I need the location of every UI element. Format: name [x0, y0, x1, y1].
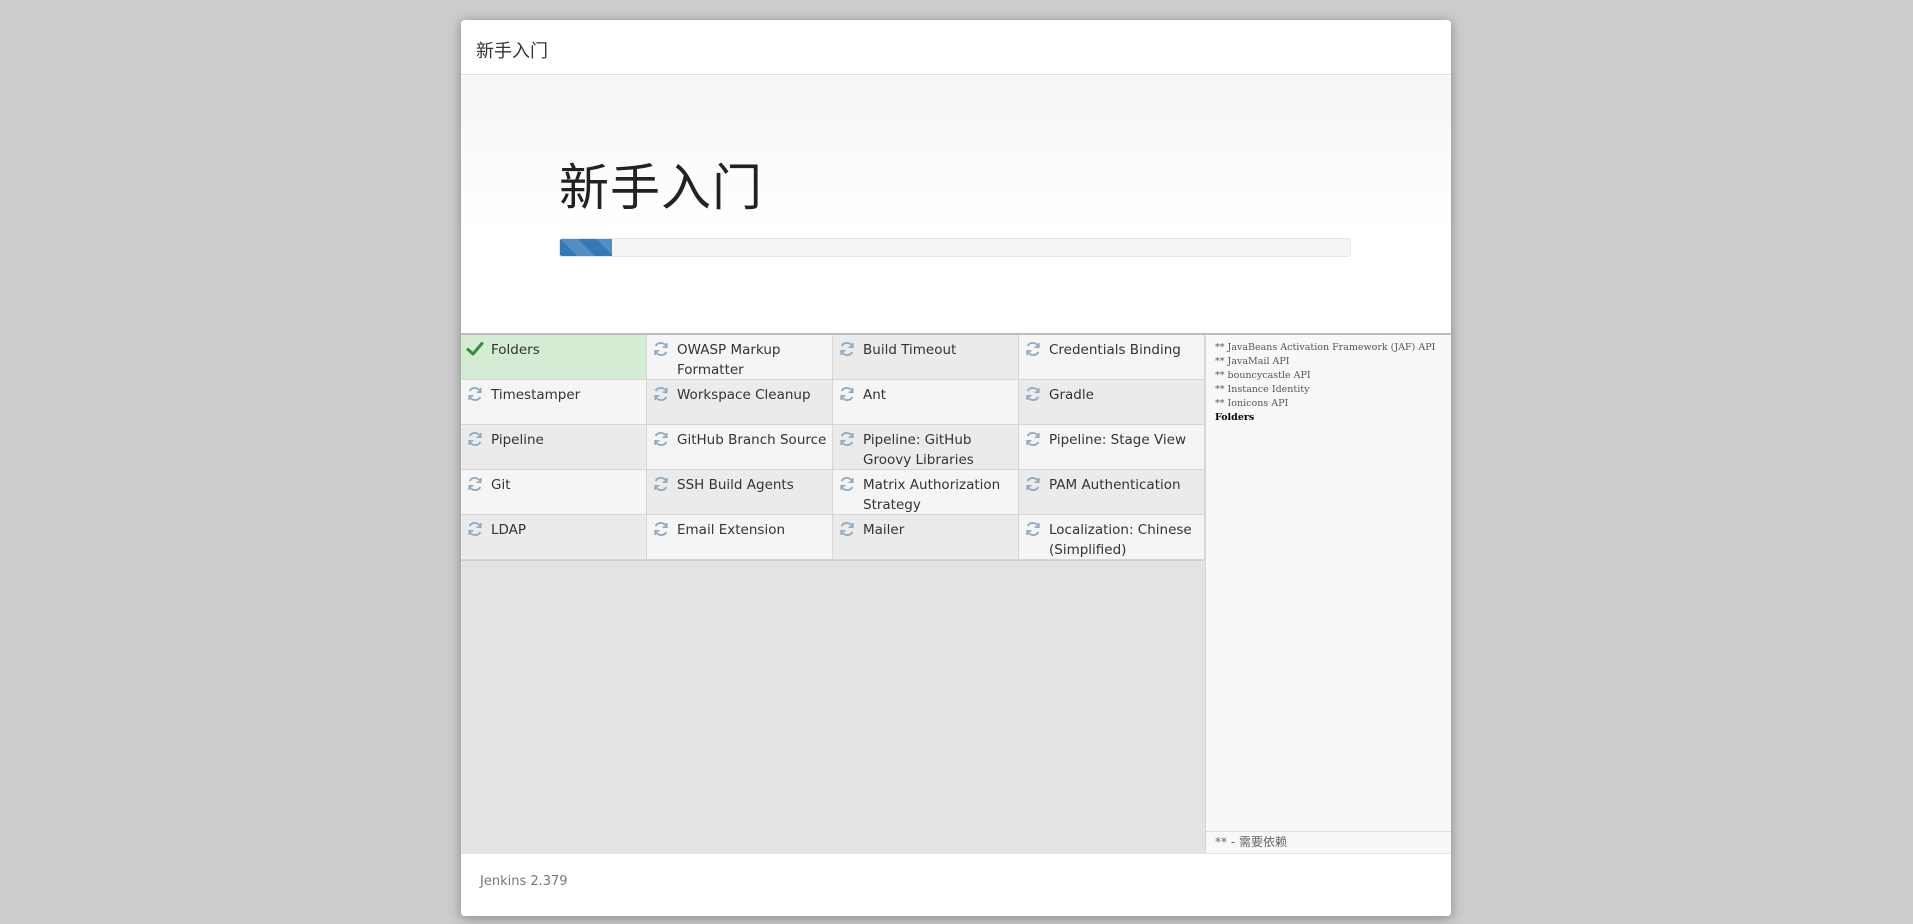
plugin-item: SSH Build Agents [647, 470, 833, 515]
plugin-grid: Folders OWASP Markup Formatter Build Timeo… [461, 335, 1205, 561]
refresh-icon [466, 385, 484, 403]
log-line: ** Instance Identity [1215, 384, 1310, 395]
refresh-icon [1024, 430, 1042, 448]
plugin-item: Gradle [1019, 380, 1205, 425]
plugin-item: Build Timeout [833, 335, 1019, 380]
check-icon [466, 340, 484, 358]
refresh-icon [652, 430, 670, 448]
log-line: Folders [1215, 412, 1255, 423]
refresh-icon [1024, 475, 1042, 493]
plugin-item: GitHub Branch Source [647, 425, 833, 470]
refresh-icon [838, 385, 856, 403]
plugin-item: Mailer [833, 515, 1019, 560]
refresh-icon [652, 520, 670, 538]
log-line: ** JavaBeans Activation Framework (JAF) … [1215, 342, 1436, 353]
refresh-icon [466, 520, 484, 538]
dialog-footer: Jenkins 2.379 [461, 853, 1451, 916]
hero-section: 新手入门 [461, 76, 1451, 334]
plugin-item: Pipeline [461, 425, 647, 470]
plugin-item: LDAP [461, 515, 647, 560]
plugin-label: Git [491, 477, 511, 493]
plugin-label: Folders [491, 342, 540, 358]
refresh-icon [838, 340, 856, 358]
plugin-item: PAM Authentication [1019, 470, 1205, 515]
plugin-item: Folders [461, 335, 647, 380]
plugin-label: Ant [863, 387, 887, 403]
plugin-label: Matrix Authorization Strategy [863, 477, 1001, 513]
install-log: ** JavaBeans Activation Framework (JAF) … [1215, 341, 1445, 425]
plugin-item: Matrix Authorization Strategy [833, 470, 1019, 515]
refresh-icon [466, 475, 484, 493]
install-log-panel: ** JavaBeans Activation Framework (JAF) … [1205, 333, 1451, 853]
plugin-item: OWASP Markup Formatter [647, 335, 833, 380]
refresh-icon [1024, 340, 1042, 358]
plugin-label: SSH Build Agents [677, 477, 794, 493]
dialog-title: 新手入门 [476, 41, 548, 62]
refresh-icon [1024, 385, 1042, 403]
refresh-icon [838, 520, 856, 538]
refresh-icon [466, 430, 484, 448]
plugin-item: Credentials Binding [1019, 335, 1205, 380]
plugin-item: Localization: Chinese (Simplified) [1019, 515, 1205, 560]
refresh-icon [838, 430, 856, 448]
plugin-label: Build Timeout [863, 342, 957, 358]
log-line: ** bouncycastle API [1215, 370, 1311, 381]
plugin-label: Localization: Chinese (Simplified) [1049, 522, 1192, 558]
plugin-item: Ant [833, 380, 1019, 425]
refresh-icon [652, 340, 670, 358]
plugin-label: OWASP Markup Formatter [677, 342, 781, 378]
hero-title: 新手入门 [559, 159, 763, 217]
plugin-item: Pipeline: Stage View [1019, 425, 1205, 470]
refresh-icon [1024, 520, 1042, 538]
refresh-icon [652, 475, 670, 493]
install-progress-fill [560, 239, 613, 256]
dependency-legend: ** - 需要依赖 [1206, 831, 1451, 853]
refresh-icon [838, 475, 856, 493]
plugin-label: GitHub Branch Source [677, 432, 827, 448]
plugin-item: Timestamper [461, 380, 647, 425]
plugins-area: Folders OWASP Markup Formatter Build Timeo… [461, 333, 1205, 853]
plugin-label: PAM Authentication [1049, 477, 1181, 493]
log-line: ** Ionicons API [1215, 398, 1289, 409]
install-progress-bar [559, 238, 1351, 257]
plugin-item: Email Extension [647, 515, 833, 560]
refresh-icon [652, 385, 670, 403]
plugin-label: Workspace Cleanup [677, 387, 811, 403]
plugin-label: Pipeline: Stage View [1049, 432, 1187, 448]
plugin-item: Workspace Cleanup [647, 380, 833, 425]
plugin-label: Credentials Binding [1049, 342, 1181, 358]
plugin-label: Timestamper [491, 387, 581, 403]
plugin-item: Pipeline: GitHub Groovy Libraries [833, 425, 1019, 470]
plugin-label: LDAP [491, 522, 527, 538]
plugin-label: Email Extension [677, 522, 786, 538]
plugin-label: Gradle [1049, 387, 1094, 403]
plugin-item: Git [461, 470, 647, 515]
log-line: ** JavaMail API [1215, 356, 1290, 367]
jenkins-version: Jenkins 2.379 [480, 874, 568, 889]
plugin-label: Mailer [863, 522, 905, 538]
setup-dialog: 新手入门 新手入门 Folders OWASP Markup Formatter B… [461, 20, 1451, 916]
plugin-label: Pipeline: GitHub Groovy Libraries [863, 432, 974, 468]
dialog-header: 新手入门 [461, 20, 1451, 75]
plugin-label: Pipeline [491, 432, 544, 448]
